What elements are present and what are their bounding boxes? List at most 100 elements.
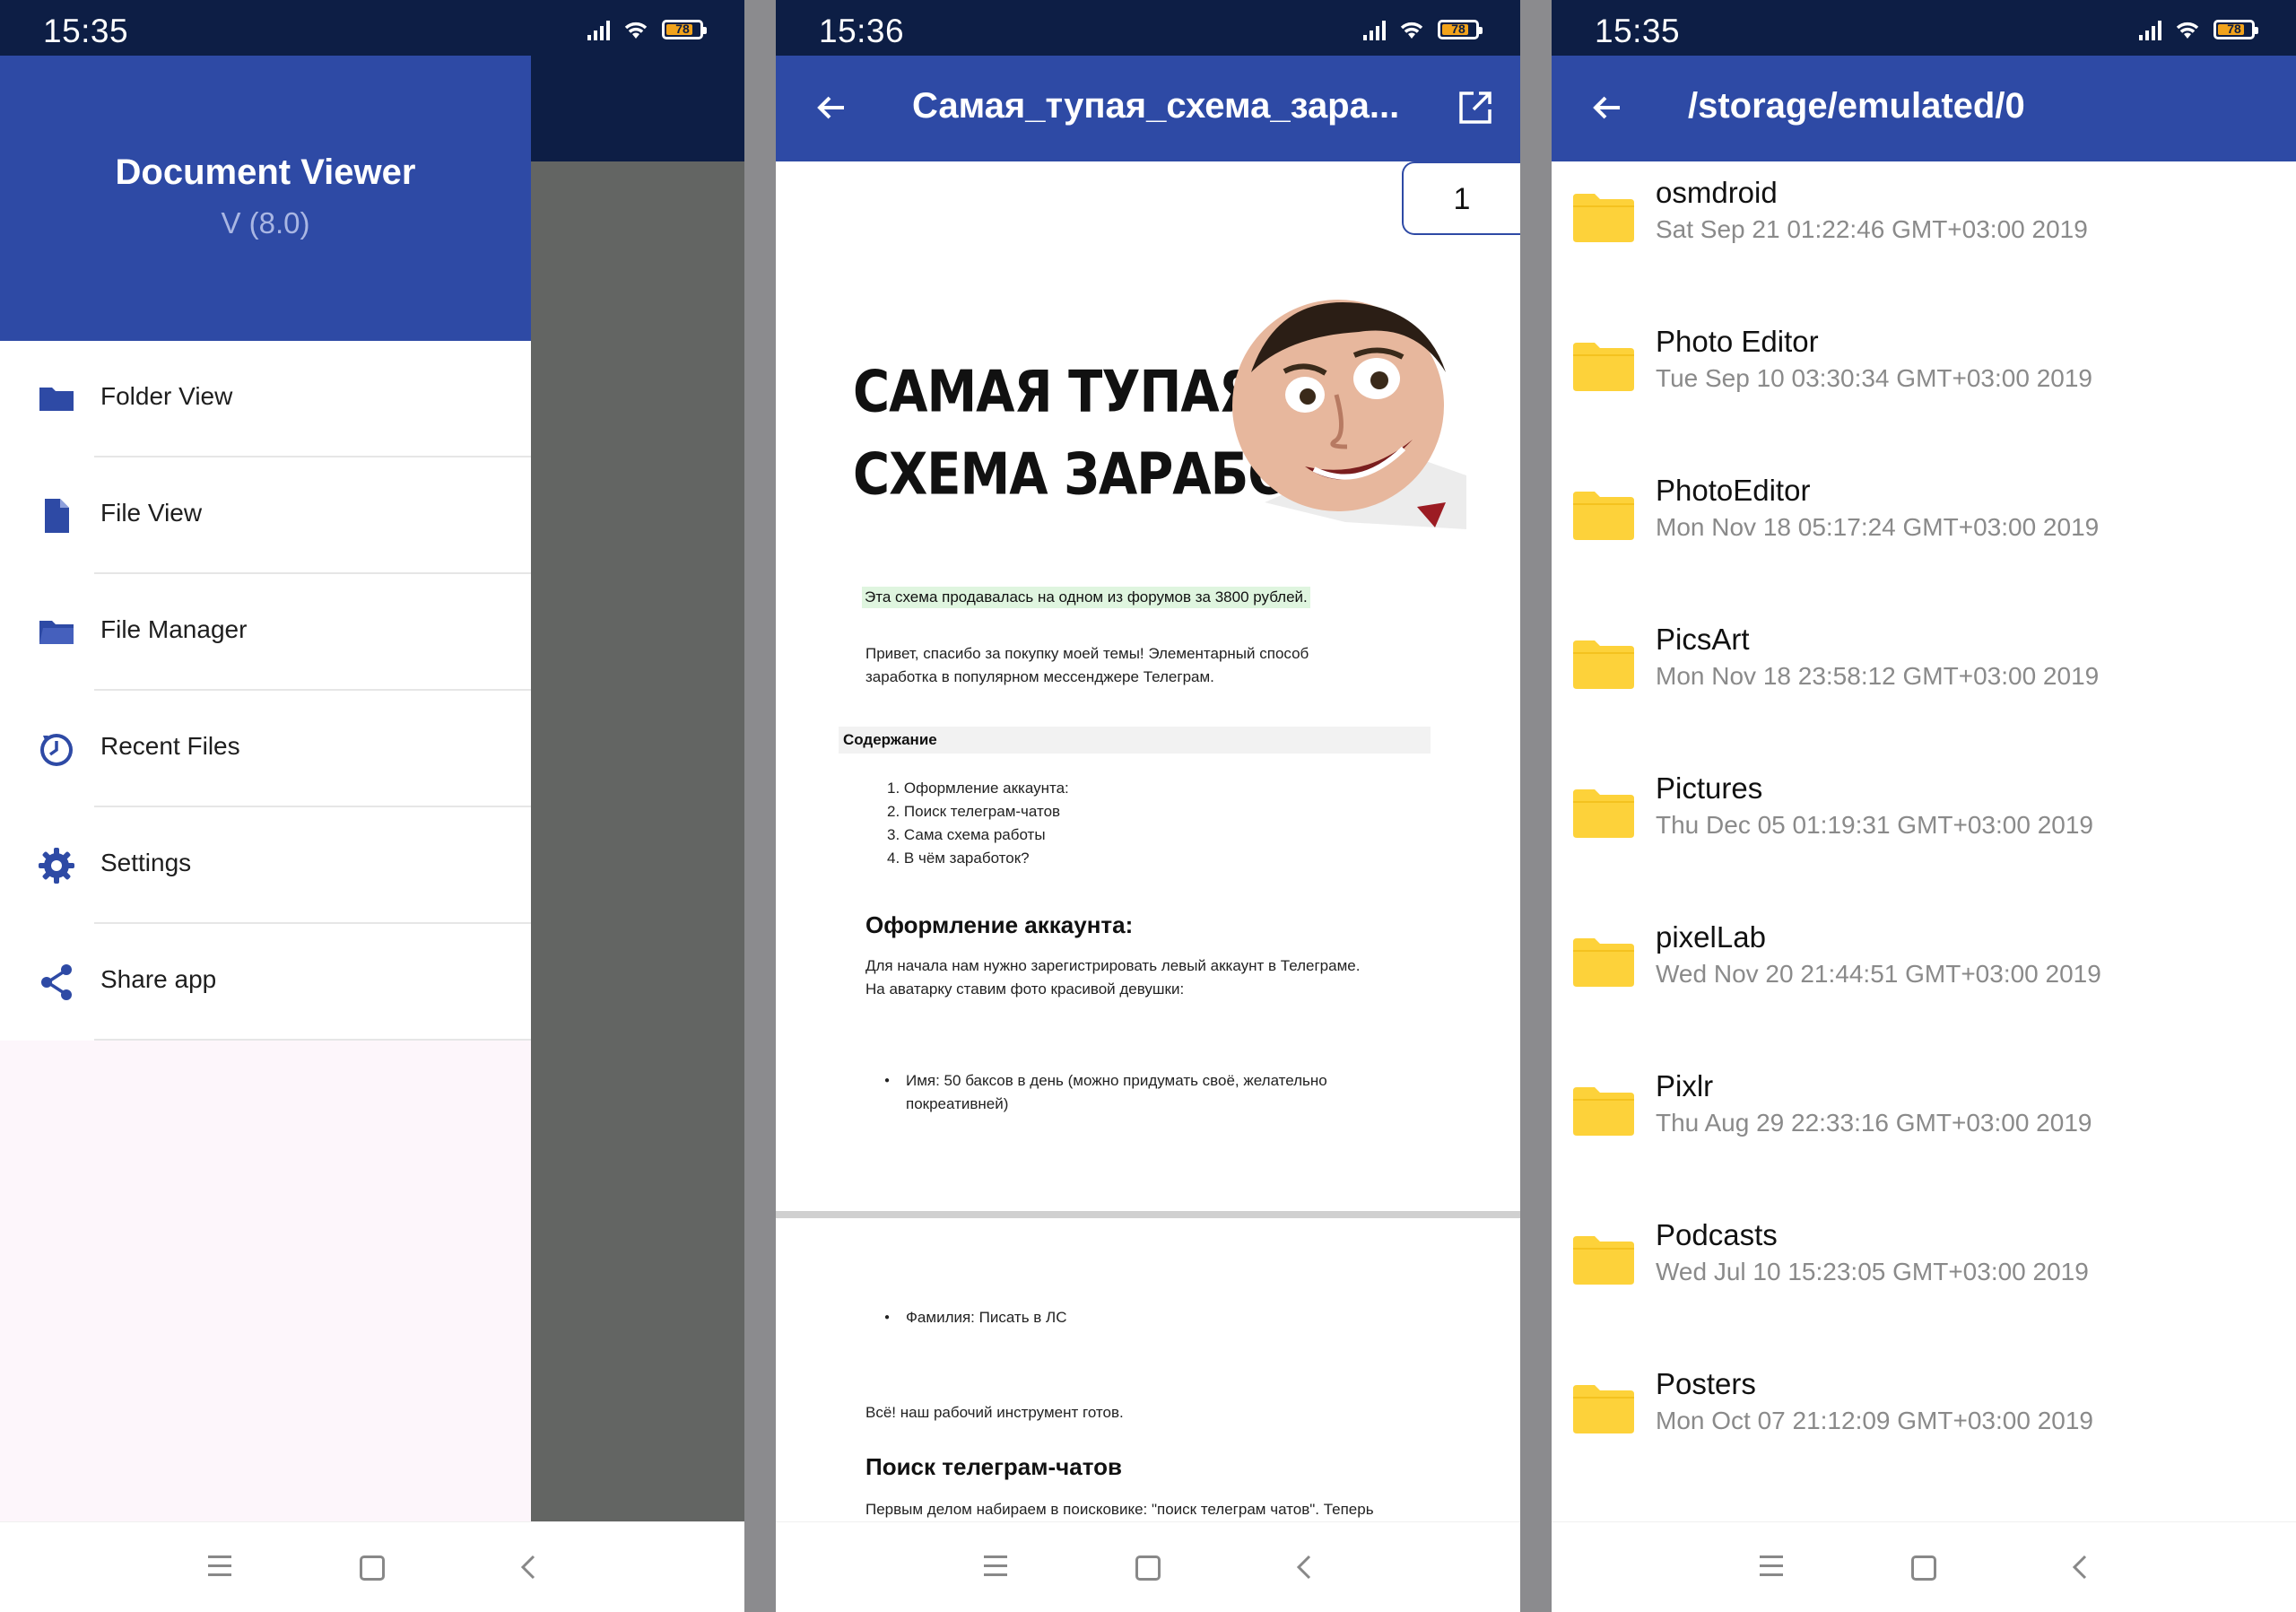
folder-list: osmdroid Sat Sep 21 01:22:46 GMT+03:00 2… xyxy=(1552,161,2296,1522)
status-bar: 15:35 78 xyxy=(1552,0,2296,56)
system-nav-bar xyxy=(776,1521,1520,1612)
folder-icon xyxy=(1573,1087,1634,1136)
ready-text: Всё! наш рабочий инструмент готов. xyxy=(865,1404,1124,1421)
section-heading: Поиск телеграм-чатов xyxy=(865,1453,1122,1480)
drawer-scrim[interactable] xyxy=(531,161,744,1522)
folder-date: Mon Nov 18 23:58:12 GMT+03:00 2019 xyxy=(1656,662,2100,690)
menu-item-file-manager[interactable]: File Manager xyxy=(0,574,531,691)
drawer-header: Document Viewer V (8.0) xyxy=(0,56,531,341)
folder-name: PicsArt xyxy=(1656,623,1750,656)
mr-bean-photo xyxy=(1232,300,1466,529)
section1-line2: На аватарку ставим фото красивой девушки… xyxy=(865,980,1185,998)
back-arrow-icon[interactable] xyxy=(812,88,851,127)
menu-item-label: Settings xyxy=(100,849,192,876)
list-item[interactable]: Posters Mon Oct 07 21:12:09 GMT+03:00 20… xyxy=(1552,1353,2296,1502)
battery-level: 78 xyxy=(2227,22,2241,36)
status-bar: 15:35 78 xyxy=(0,0,744,56)
folder-icon xyxy=(1573,938,1634,987)
system-nav-bar xyxy=(0,1521,744,1612)
folder-icon xyxy=(1573,1236,1634,1285)
dimmed-app-bar xyxy=(531,56,744,161)
highlight-text: Эта схема продавалась на одном из форумо… xyxy=(862,587,1310,608)
file-icon xyxy=(45,499,69,533)
list-item[interactable]: PicsArt Mon Nov 18 23:58:12 GMT+03:00 20… xyxy=(1552,608,2296,757)
folder-date: Wed Jul 10 15:23:05 GMT+03:00 2019 xyxy=(1656,1258,2089,1285)
document-heading-line1: САМАЯ ТУПАЯ xyxy=(853,359,1257,426)
app-bar: Самая_тупая_схема_зара... xyxy=(776,56,1520,161)
toc-item: 4. В чём заработок? xyxy=(887,850,1030,867)
folder-date: Thu Dec 05 01:19:31 GMT+03:00 2019 xyxy=(1656,811,2093,839)
menu-item-settings[interactable]: Settings xyxy=(0,807,531,924)
menu-item-label: Folder View xyxy=(100,382,233,410)
folder-icon xyxy=(1573,343,1634,391)
signal-icon xyxy=(587,19,610,40)
folder-icon xyxy=(1573,789,1634,838)
folder-open-icon xyxy=(39,621,74,644)
current-path: /storage/emulated/0 xyxy=(1688,86,2025,126)
toc-heading: Содержание xyxy=(839,727,1431,754)
page-divider xyxy=(776,1211,1520,1218)
drawer-screen: 15:35 78 Document Viewer V (8.0) Folder … xyxy=(0,0,744,1612)
recents-button[interactable] xyxy=(202,1549,238,1585)
drawer-menu: Folder View File View File Manager Recen… xyxy=(0,341,531,1041)
signal-icon xyxy=(1363,19,1386,40)
open-external-icon[interactable] xyxy=(1456,88,1495,127)
menu-item-share-app[interactable]: Share app xyxy=(0,924,531,1041)
signal-icon xyxy=(2139,19,2161,40)
list-item[interactable]: Pixlr Thu Aug 29 22:33:16 GMT+03:00 2019 xyxy=(1552,1055,2296,1204)
intro-line2: заработка в популярном мессенджере Телег… xyxy=(865,668,1214,685)
document-title: Самая_тупая_схема_зара... xyxy=(912,86,1400,126)
folder-date: Tue Sep 10 03:30:34 GMT+03:00 2019 xyxy=(1656,364,2092,392)
menu-item-label: Recent Files xyxy=(100,732,240,760)
toc-item: 2. Поиск телеграм-чатов xyxy=(887,803,1061,820)
recents-button[interactable] xyxy=(1753,1549,1789,1585)
menu-item-recent-files[interactable]: Recent Files xyxy=(0,691,531,807)
app-version: V (8.0) xyxy=(221,206,310,240)
section-heading: Оформление аккаунта: xyxy=(865,911,1134,938)
recents-button[interactable] xyxy=(978,1549,1013,1585)
app-bar: /storage/emulated/0 xyxy=(1552,56,2296,161)
status-time: 15:35 xyxy=(43,13,129,49)
folder-icon xyxy=(1573,640,1634,689)
list-item[interactable]: Photo Editor Tue Sep 10 03:30:34 GMT+03:… xyxy=(1552,310,2296,459)
menu-item-label: Share app xyxy=(100,965,217,993)
clock-icon xyxy=(40,734,73,766)
back-nav-button[interactable] xyxy=(1287,1549,1323,1585)
back-arrow-icon[interactable] xyxy=(1587,88,1627,127)
list-item[interactable]: PhotoEditor Mon Nov 18 05:17:24 GMT+03:0… xyxy=(1552,459,2296,608)
folder-icon xyxy=(1573,194,1634,242)
folder-icon xyxy=(39,388,74,411)
folder-name: Podcasts xyxy=(1656,1218,1778,1251)
folder-name: Pictures xyxy=(1656,771,1763,805)
folder-date: Sat Sep 21 01:22:46 GMT+03:00 2019 xyxy=(1656,215,2088,243)
folder-icon xyxy=(1573,1385,1634,1433)
list-item[interactable]: pixelLab Wed Nov 20 21:44:51 GMT+03:00 2… xyxy=(1552,906,2296,1055)
list-item[interactable]: osmdroid Sat Sep 21 01:22:46 GMT+03:00 2… xyxy=(1552,161,2296,310)
back-nav-button[interactable] xyxy=(511,1549,547,1585)
section1-line1: Для начала нам нужно зарегистрировать ле… xyxy=(865,957,1361,974)
wifi-icon xyxy=(624,22,648,39)
folder-date: Thu Aug 29 22:33:16 GMT+03:00 2019 xyxy=(1656,1109,2092,1137)
system-nav-bar xyxy=(1552,1521,2296,1612)
intro-line1: Привет, спасибо за покупку моей темы! Эл… xyxy=(865,645,1309,662)
back-nav-button[interactable] xyxy=(2063,1549,2099,1585)
home-button[interactable] xyxy=(354,1549,390,1585)
bullet-item: Имя: 50 баксов в день (можно придумать с… xyxy=(884,1069,1327,1093)
app-name: Document Viewer xyxy=(115,152,416,192)
list-item[interactable]: Podcasts Wed Jul 10 15:23:05 GMT+03:00 2… xyxy=(1552,1204,2296,1353)
list-item[interactable]: Pictures Thu Dec 05 01:19:31 GMT+03:00 2… xyxy=(1552,757,2296,906)
menu-item-folder-view[interactable]: Folder View xyxy=(0,341,531,457)
page-number-badge: 1 xyxy=(1402,161,1520,235)
status-time: 15:36 xyxy=(819,13,905,49)
status-bar: 15:36 78 xyxy=(776,0,1520,56)
folder-date: Mon Oct 07 21:12:09 GMT+03:00 2019 xyxy=(1656,1407,2093,1434)
folder-name: pixelLab xyxy=(1656,920,1766,954)
home-button[interactable] xyxy=(1906,1549,1942,1585)
wifi-icon xyxy=(1400,22,1423,39)
battery-level: 78 xyxy=(675,22,690,36)
menu-item-label: File View xyxy=(100,499,203,527)
battery-icon: 78 xyxy=(1438,20,1483,39)
menu-item-file-view[interactable]: File View xyxy=(0,457,531,574)
document-page[interactable]: 1 САМАЯ ТУПАЯ СХЕМА ЗАРАБОТКА Эта схема … xyxy=(776,161,1520,1522)
home-button[interactable] xyxy=(1130,1549,1166,1585)
